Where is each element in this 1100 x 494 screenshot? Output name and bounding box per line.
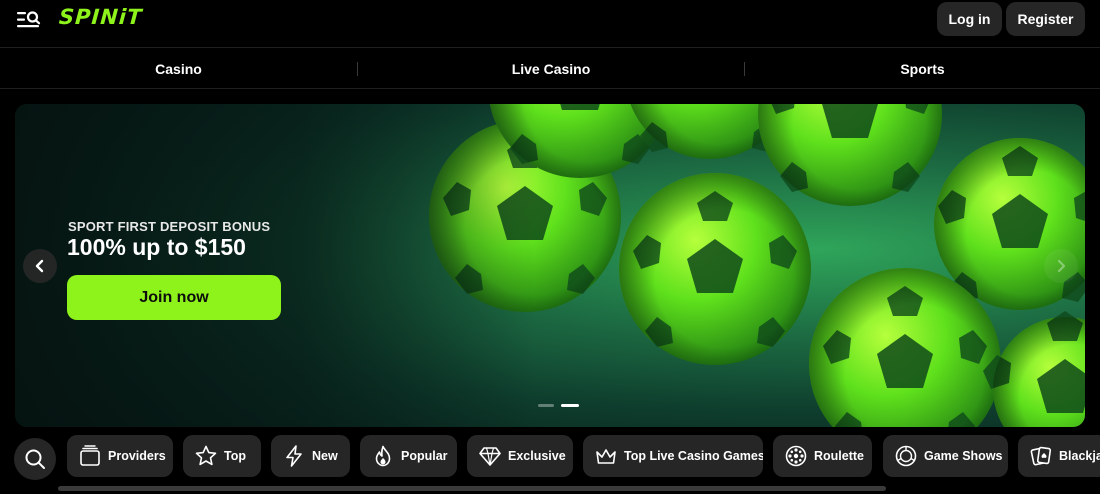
promo-banner[interactable]: SPORT FIRST DEPOSIT BONUS 100% up to $15…: [15, 104, 1085, 427]
category-providers[interactable]: Providers: [67, 435, 173, 477]
lightning-icon: [286, 445, 302, 467]
brand-logo[interactable]: SPINiT: [58, 5, 143, 29]
chevron-left-icon: [35, 259, 44, 273]
cards-icon: [1030, 446, 1052, 466]
crown-icon: [596, 449, 616, 464]
register-button[interactable]: Register: [1006, 2, 1085, 36]
category-label: Blackjack: [1059, 449, 1100, 463]
category-top[interactable]: Top: [183, 435, 261, 477]
category-label: Top Live Casino Games: [624, 449, 763, 463]
category-label: Popular: [401, 449, 448, 463]
carousel-next-button[interactable]: [1044, 249, 1078, 283]
category-label: Exclusive: [508, 449, 566, 463]
category-game-shows[interactable]: Game Shows: [883, 435, 1008, 477]
category-blackjack[interactable]: Blackjack: [1018, 435, 1100, 477]
category-exclusive[interactable]: Exclusive: [467, 435, 573, 477]
nav-item-live-casino[interactable]: Live Casino: [358, 49, 744, 89]
carousel-dot-2-active[interactable]: [561, 404, 579, 407]
category-popular[interactable]: Popular: [360, 435, 457, 477]
category-label: Roulette: [814, 449, 864, 463]
category-bar: Providers Top New Popular Exclusive Top: [0, 434, 1100, 480]
diamond-icon: [479, 447, 501, 466]
nav-item-sports[interactable]: Sports: [745, 49, 1100, 89]
category-label: New: [312, 449, 338, 463]
nav-item-casino[interactable]: Casino: [0, 49, 357, 89]
main-nav: Casino Live Casino Sports: [0, 49, 1100, 89]
carousel-prev-button[interactable]: [23, 249, 57, 283]
category-label: Game Shows: [924, 449, 1003, 463]
search-icon: [25, 449, 45, 469]
login-button[interactable]: Log in: [937, 2, 1002, 36]
promo-title: 100% up to $150: [67, 234, 246, 260]
search-button[interactable]: [14, 438, 56, 480]
category-new[interactable]: New: [271, 435, 350, 477]
category-roulette[interactable]: Roulette: [773, 435, 872, 477]
banner-fade: [15, 104, 535, 427]
category-label: Top: [224, 449, 246, 463]
join-now-button[interactable]: Join now: [67, 275, 281, 320]
top-header: SPINiT Log in Register: [0, 0, 1100, 48]
category-scrollbar[interactable]: [58, 486, 886, 491]
providers-icon: [80, 445, 100, 466]
flame-icon: [375, 445, 391, 467]
star-icon: [195, 445, 217, 466]
chevron-right-icon: [1057, 259, 1066, 273]
roulette-icon: [785, 445, 807, 467]
category-top-live-casino-games[interactable]: Top Live Casino Games: [583, 435, 763, 477]
menu-search-icon[interactable]: [16, 9, 42, 31]
carousel-dot-1[interactable]: [538, 404, 554, 407]
category-label: Providers: [108, 449, 166, 463]
promo-subtitle: SPORT FIRST DEPOSIT BONUS: [68, 219, 271, 234]
game-shows-icon: [895, 445, 917, 467]
